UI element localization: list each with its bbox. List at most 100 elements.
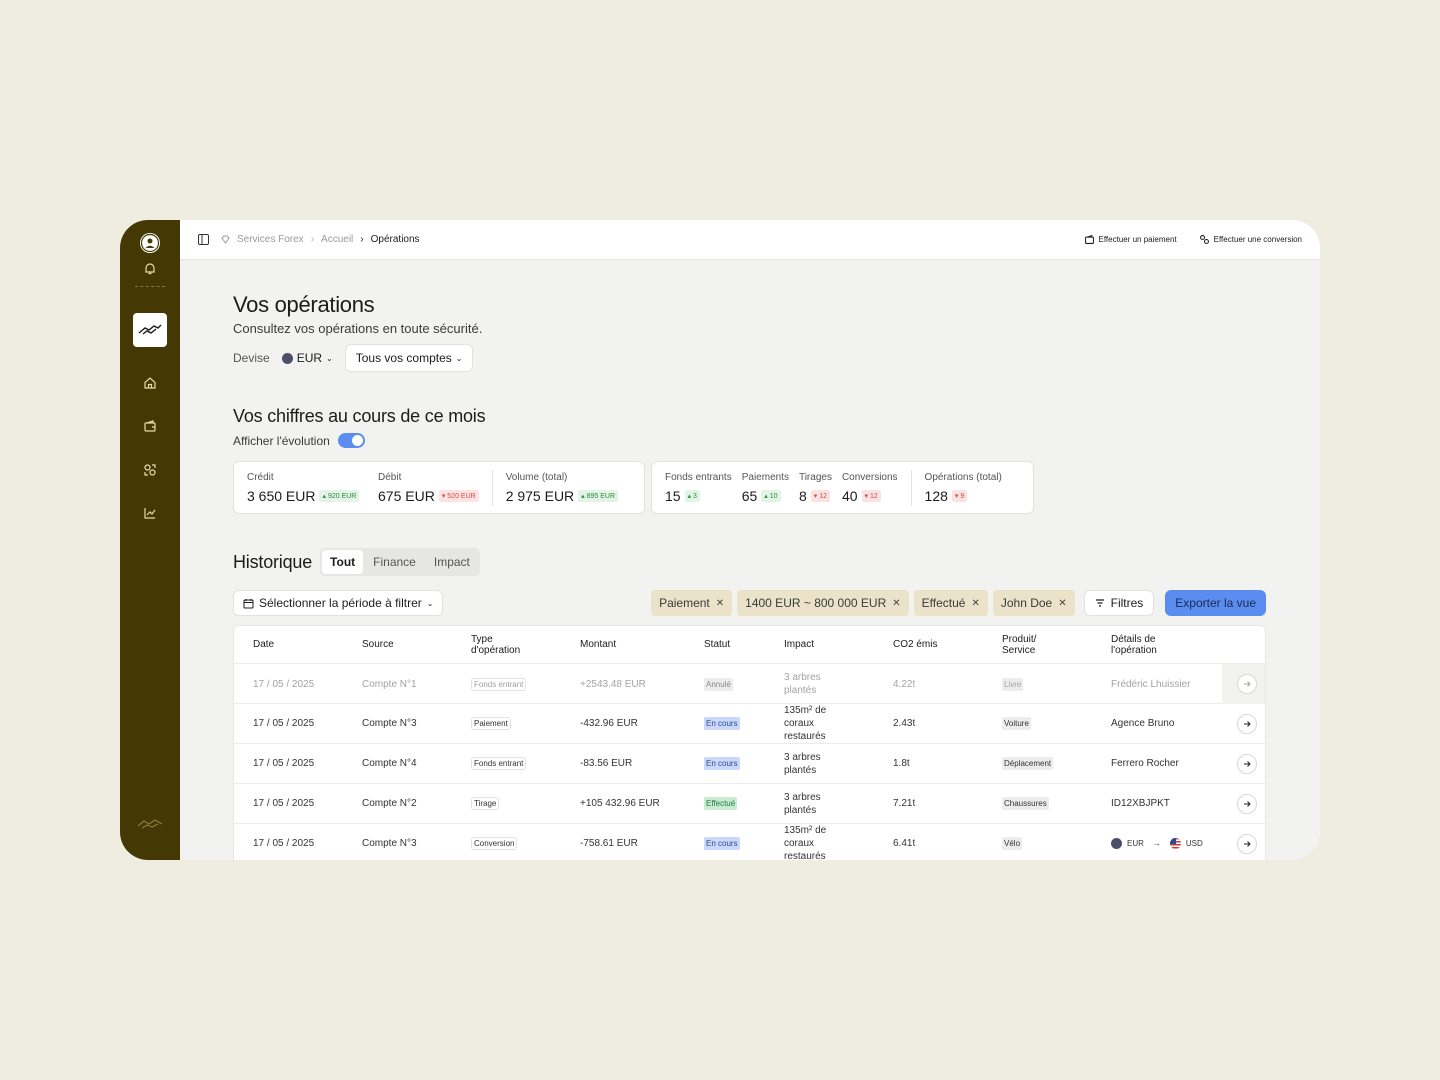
us-flag-icon — [1169, 838, 1181, 849]
main-area: Services Forex › Accueil › Opérations Ef… — [180, 220, 1320, 860]
period-filter-button[interactable]: Sélectionner la période à filtrer ⌄ — [233, 590, 444, 616]
close-icon[interactable]: ✕ — [716, 598, 724, 609]
cell-impact: 135m² de coraux restaurés — [784, 825, 827, 860]
make-payment-button[interactable]: Effectuer un paiement — [1084, 234, 1177, 245]
stat-value: 2 975 EUR — [505, 487, 575, 504]
filter-chip-user: John Doe ✕ — [992, 590, 1075, 616]
month-section-title: Vos chiffres au cours de ce mois — [233, 406, 486, 426]
close-icon[interactable]: ✕ — [971, 598, 979, 609]
cell-co2: 2.43t — [893, 718, 916, 729]
col-impact[interactable]: Impact — [784, 639, 893, 650]
arrow-right-icon[interactable] — [1237, 674, 1257, 694]
status-badge: Effectué — [704, 797, 738, 810]
col-produit[interactable]: Produit/ Service — [1002, 634, 1052, 656]
chart-icon[interactable] — [141, 504, 159, 522]
cell-date: 17 / 05 / 2025 — [253, 798, 315, 809]
stat-label: Tirages — [798, 471, 832, 483]
status-badge: En cours — [704, 757, 740, 770]
bell-icon[interactable] — [142, 261, 158, 277]
cell-co2: 6.41t — [893, 838, 916, 849]
stat-label: Fonds entrants — [665, 471, 732, 483]
arrow-right-icon[interactable] — [1237, 833, 1257, 854]
cell-impact: 3 arbres plantés — [784, 751, 821, 776]
sidebar-toggle-icon[interactable] — [198, 234, 209, 245]
table-row[interactable]: 17 / 05 / 2025 Compte N°3 Paiement -432.… — [234, 704, 1265, 744]
cell-date: 17 / 05 / 2025 — [253, 718, 315, 729]
cell-details: Ferrero Rocher — [1111, 758, 1179, 769]
table-row[interactable]: 17 / 05 / 2025 Compte N°3 Conversion -75… — [234, 824, 1265, 860]
table-row[interactable]: 17 / 05 / 2025 Compte N°2 Tirage +105 43… — [234, 784, 1265, 824]
arrow-right-icon[interactable] — [1237, 713, 1257, 734]
cell-source: Compte N°3 — [362, 838, 417, 849]
stat-label: Opérations (total) — [924, 471, 1002, 483]
accounts-select-value: Tous vos comptes — [355, 351, 452, 365]
home-icon[interactable] — [141, 374, 159, 392]
chevron-down-icon: ⌄ — [455, 353, 463, 363]
cell-montant: +105 432.96 EUR — [580, 798, 660, 809]
calendar-icon — [243, 598, 254, 608]
currency-value: EUR — [296, 351, 323, 365]
stat-conversions: Conversions 40 ▾ 12 — [842, 472, 898, 504]
product-tag: Voiture — [1002, 717, 1031, 730]
tab-finance[interactable]: Finance — [365, 550, 424, 574]
filters-button[interactable]: Filtres — [1083, 590, 1155, 616]
table-header: Date Source Type d'opération Montant Sta… — [234, 626, 1265, 664]
make-payment-label: Effectuer un paiement — [1098, 235, 1177, 244]
chevron-down-icon: ⌄ — [426, 598, 434, 608]
close-icon[interactable]: ✕ — [1058, 598, 1066, 609]
delta-up-badge: ▴ 3 — [684, 489, 700, 502]
stat-fonds-entrants: Fonds entrants 15 ▴ 3 — [665, 472, 732, 504]
make-conversion-button[interactable]: Effectuer une conversion — [1199, 234, 1302, 245]
table-row[interactable]: 17 / 05 / 2025 Compte N°4 Fonds entrant … — [234, 744, 1265, 784]
col-source[interactable]: Source — [362, 639, 471, 650]
col-co2[interactable]: CO2 émis — [893, 639, 1002, 650]
tab-impact[interactable]: Impact — [426, 550, 478, 574]
page-subtitle: Consultez vos opérations en toute sécuri… — [233, 321, 483, 336]
breadcrumb-accueil[interactable]: Accueil — [321, 234, 353, 245]
evolution-toggle[interactable] — [337, 433, 365, 448]
conversion-icon — [1199, 235, 1209, 244]
finance-stats-card: Crédit 3 650 EUR ▴ 920 EUR Débit 675 EUR ▾… — [233, 461, 645, 514]
filter-chip-paiement: Paiement ✕ — [651, 590, 733, 616]
evolution-toggle-label: Afficher l'évolution — [233, 433, 330, 448]
export-view-button[interactable]: Exporter la vue — [1165, 590, 1266, 616]
user-avatar-icon[interactable] — [140, 233, 160, 253]
make-conversion-label: Effectuer une conversion — [1213, 235, 1302, 244]
period-filter-label: Sélectionner la période à filtrer — [259, 596, 422, 610]
col-details[interactable]: Détails de l'opération — [1111, 634, 1171, 656]
page-title: Vos opérations — [233, 292, 375, 317]
breadcrumb-services-forex[interactable]: Services Forex — [237, 234, 304, 245]
col-statut[interactable]: Statut — [704, 639, 784, 650]
currency-select[interactable]: EUR ⌄ — [281, 351, 333, 365]
stat-value: 8 — [798, 487, 807, 504]
arrow-right-icon[interactable] — [1237, 793, 1257, 814]
cell-details: Frédéric Lhuissier — [1111, 678, 1191, 690]
col-date[interactable]: Date — [253, 639, 362, 650]
cell-details: Agence Bruno — [1111, 718, 1175, 729]
type-tag: Fonds entrant — [471, 677, 527, 691]
stat-debit: Débit 675 EUR ▾ 520 EUR — [378, 472, 479, 504]
accounts-select[interactable]: Tous vos comptes ⌄ — [344, 344, 474, 372]
type-tag: Fonds entrant — [471, 757, 527, 770]
arrow-right-icon[interactable] — [1237, 753, 1257, 774]
col-type[interactable]: Type d'opération — [471, 634, 531, 656]
table-row[interactable]: 17 / 05 / 2025 Compte N°1 Fonds entrant … — [234, 664, 1265, 704]
eur-flag-icon — [281, 352, 293, 364]
cell-details: ID12XBJPKT — [1111, 798, 1170, 809]
stat-label: Crédit — [247, 471, 274, 483]
conversion-from: EUR — [1127, 839, 1144, 848]
eur-flag-icon — [1111, 838, 1122, 849]
wallet-icon[interactable] — [141, 417, 159, 435]
conversion-icon[interactable] — [141, 461, 159, 479]
stat-label: Débit — [378, 471, 402, 483]
cell-co2: 1.8t — [893, 758, 910, 769]
brand-mark-icon — [136, 815, 164, 833]
brand-logo-icon[interactable] — [133, 313, 167, 347]
close-icon[interactable]: ✕ — [892, 598, 900, 609]
devise-label: Devise — [233, 351, 270, 365]
chevron-down-icon: ⌄ — [326, 353, 333, 363]
col-montant[interactable]: Montant — [580, 639, 704, 650]
breadcrumb-operations: Opérations — [370, 234, 420, 245]
tab-tout[interactable]: Tout — [322, 550, 364, 574]
delta-up-badge: ▴ 10 — [761, 489, 781, 502]
